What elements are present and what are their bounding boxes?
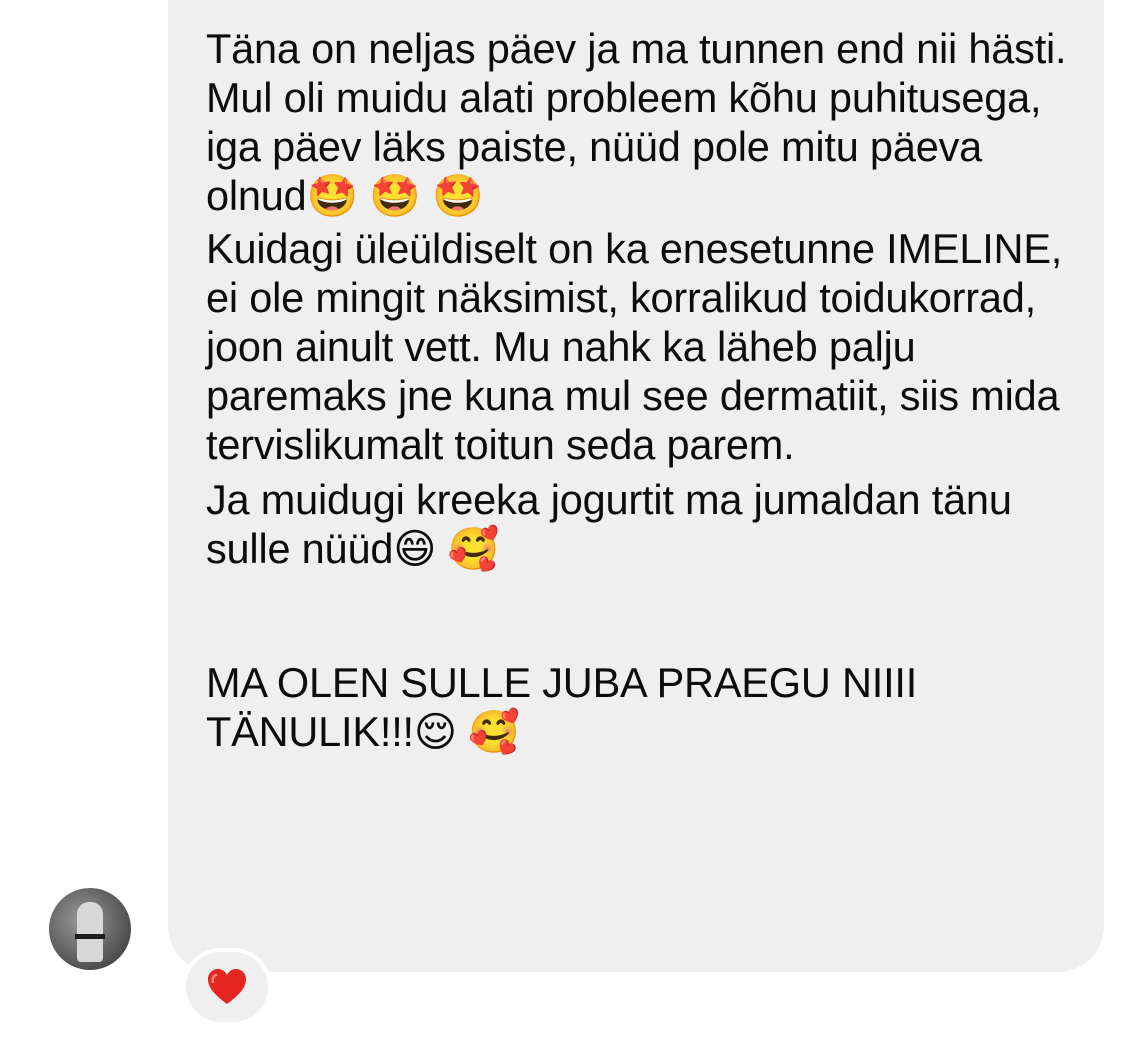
sender-avatar[interactable]: [49, 888, 131, 970]
red-heart-icon: [208, 969, 246, 1004]
message-paragraph-4: MA OLEN SULLE JUBA PRAEGU NIIII TÄNULIK!…: [206, 659, 918, 755]
message-paragraph-1: Täna on neljas päev ja ma tunnen end nii…: [206, 25, 1067, 219]
message-text: Täna on neljas päev ja ma tunnen end nii…: [206, 24, 1086, 756]
message-paragraph-3: Ja muidugi kreeka jogurtit ma jumaldan t…: [206, 476, 1012, 572]
message-paragraph-2: Kuidagi üleüldiselt on ka enesetunne IME…: [206, 225, 1063, 468]
avatar-belt: [75, 934, 105, 939]
avatar-figure: [77, 902, 103, 962]
heart-reaction[interactable]: [186, 952, 268, 1022]
